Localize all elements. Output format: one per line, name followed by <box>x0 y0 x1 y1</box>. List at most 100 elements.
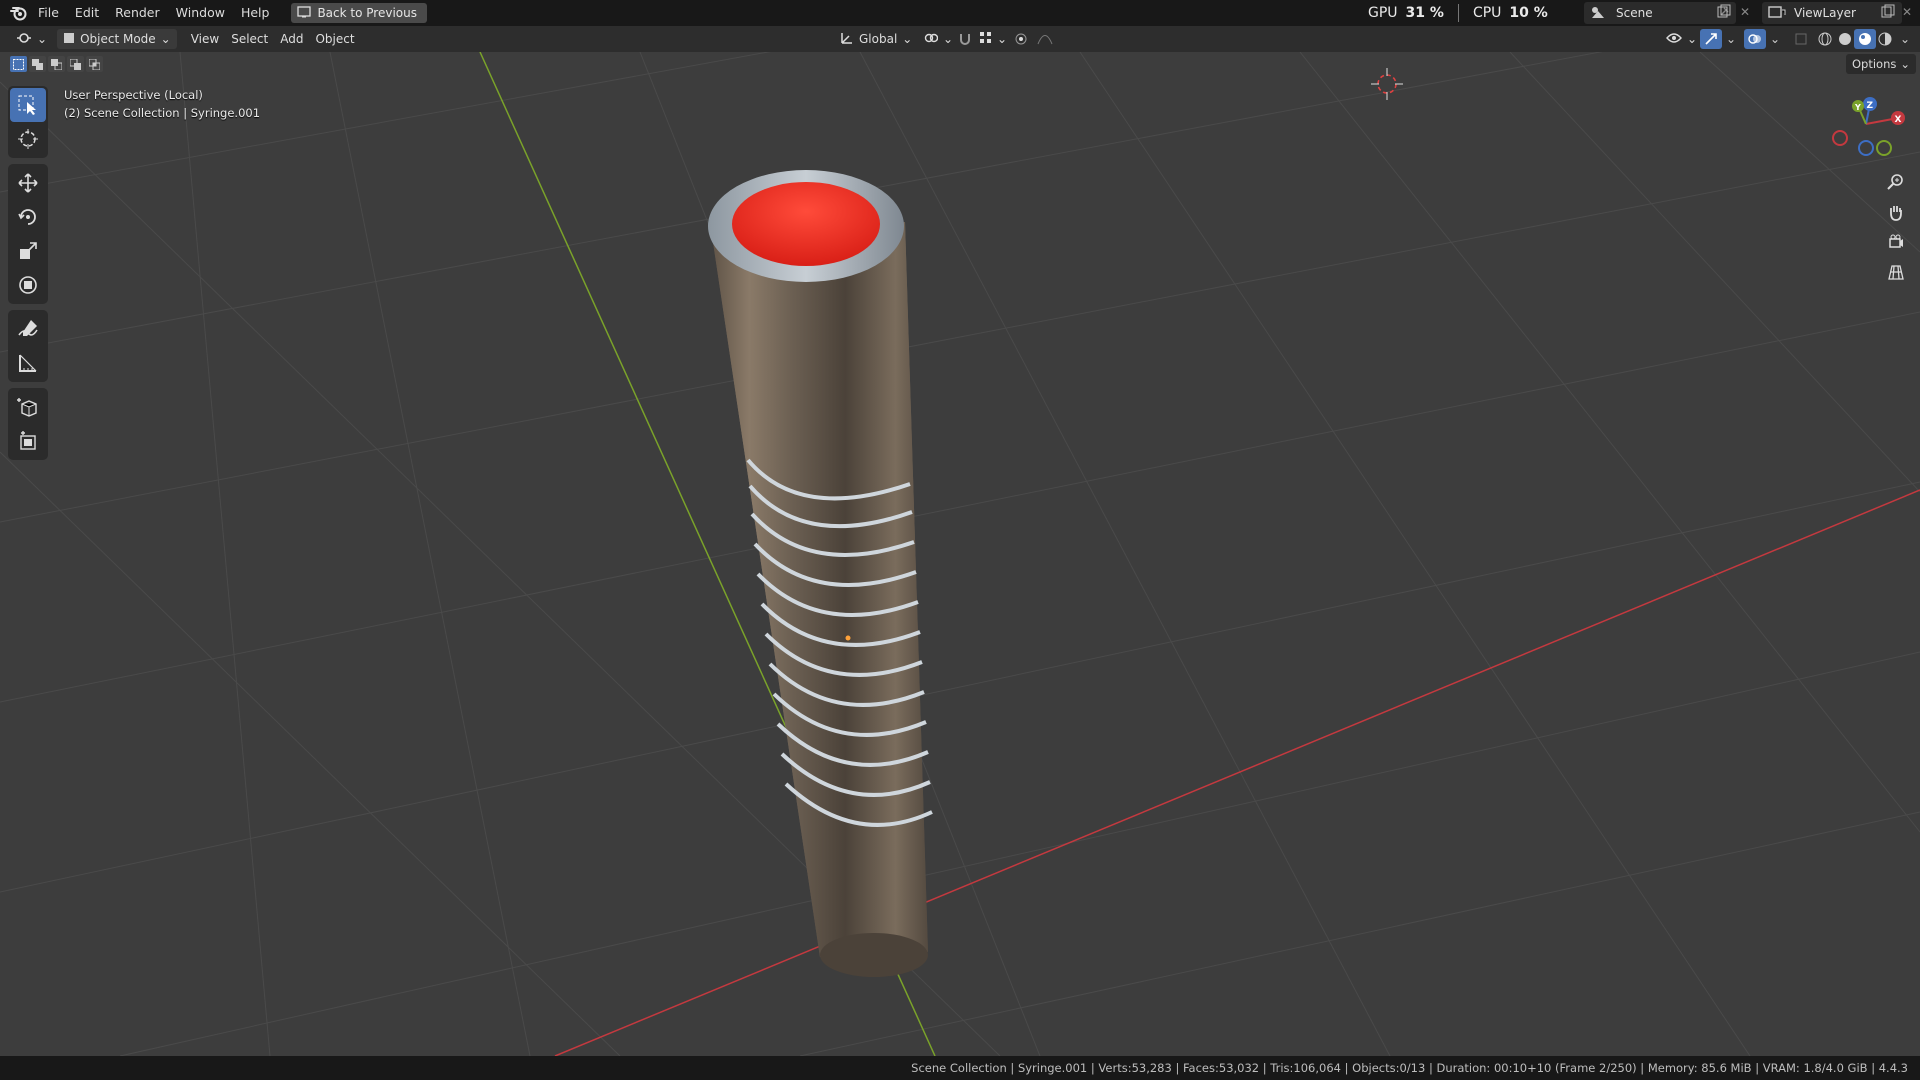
measure-tool[interactable] <box>10 346 46 380</box>
object-origin <box>845 635 851 641</box>
gpu-value: 31 % <box>1405 5 1444 21</box>
snap-target-dropdown[interactable]: ⌄ <box>974 29 1013 49</box>
eye-icon <box>1666 32 1682 47</box>
options-dropdown[interactable]: Options ⌄ <box>1846 54 1916 74</box>
snap-grid-icon <box>980 31 992 47</box>
cpu-label: CPU <box>1472 5 1502 21</box>
annotate-icon <box>18 320 38 336</box>
collection-label: (2) Scene Collection | Syringe.001 <box>64 106 261 120</box>
solid-shading-icon[interactable] <box>1834 29 1856 49</box>
new-view-layer-icon[interactable] <box>1880 4 1896 23</box>
select-extend-icon[interactable] <box>29 56 46 72</box>
top-menu-bar: File Edit Render Window Help Back to Pre… <box>0 0 1920 26</box>
options-label: Options <box>1851 57 1897 71</box>
close-scene-icon[interactable]: ✕ <box>1740 5 1750 19</box>
syringe-object[interactable] <box>708 170 933 977</box>
scale-icon <box>20 242 37 259</box>
cpu-value: 10 % <box>1509 5 1548 21</box>
proportional-editing-icon[interactable] <box>1010 29 1032 49</box>
menu-file[interactable]: File <box>30 2 67 24</box>
editor-type-dropdown[interactable]: ⌄ <box>10 29 53 49</box>
orientation-icon <box>840 31 854 48</box>
select-subtract-icon[interactable] <box>48 56 65 72</box>
3d-viewport[interactable]: X Z Y <box>0 52 1920 1056</box>
scene-icon <box>1590 5 1608 22</box>
gpu-label: GPU <box>1368 5 1398 21</box>
close-view-layer-icon[interactable]: ✕ <box>1902 5 1912 19</box>
gizmo-toggle-icon[interactable] <box>1700 29 1722 49</box>
header-menu-view[interactable]: View <box>185 29 225 49</box>
rotate-tool[interactable] <box>10 200 46 234</box>
wireframe-shading-icon[interactable] <box>1814 29 1836 49</box>
3d-cursor[interactable] <box>1371 68 1403 100</box>
chevron-down-icon: ⌄ <box>943 32 954 46</box>
pivot-point-dropdown[interactable]: ⌄ <box>918 29 959 49</box>
material-preview-shading-icon[interactable] <box>1854 29 1876 49</box>
viewport-grid: X Z Y <box>0 52 1920 1056</box>
header-menu-select[interactable]: Select <box>225 29 274 49</box>
gizmo-dropdown-icon[interactable]: ⌄ <box>1720 29 1742 49</box>
measure-icon <box>19 354 37 372</box>
gizmo-x-label: X <box>1895 115 1902 125</box>
overlays-dropdown-icon[interactable]: ⌄ <box>1764 29 1786 49</box>
rotate-icon <box>18 209 36 225</box>
chevron-down-icon: ⌄ <box>1900 57 1910 71</box>
back-to-previous-label: Back to Previous <box>317 6 417 20</box>
select-new-icon[interactable] <box>10 56 27 72</box>
add-object-tool[interactable] <box>10 424 46 458</box>
divider <box>1457 4 1459 22</box>
perspective-label: User Perspective (Local) <box>64 88 203 102</box>
transform-icon <box>19 276 37 294</box>
pan-hand-icon[interactable] <box>1882 200 1910 224</box>
viewport-navigation <box>1882 170 1910 284</box>
chevron-down-icon: ⌄ <box>997 32 1008 46</box>
mode-dropdown[interactable]: Object Mode ⌄ <box>57 29 177 49</box>
add-cube-tool[interactable] <box>10 390 46 424</box>
perspective-toggle-icon[interactable] <box>1882 260 1910 284</box>
annotate-tool[interactable] <box>10 312 46 346</box>
select-box-icon <box>18 95 36 115</box>
menu-window[interactable]: Window <box>168 2 233 24</box>
chevron-down-icon: ⌄ <box>1687 32 1698 46</box>
zoom-icon[interactable] <box>1882 170 1910 194</box>
move-icon <box>18 173 38 193</box>
overlays-toggle-icon[interactable] <box>1744 29 1766 49</box>
gizmo-y-label: Y <box>1854 103 1861 112</box>
transform-orientation-dropdown[interactable]: Global ⌄ <box>834 29 918 49</box>
menu-render[interactable]: Render <box>107 2 168 24</box>
scene-statistics: Scene Collection | Syringe.001 | Verts:5… <box>911 1061 1908 1075</box>
navigation-gizmo[interactable]: X Z Y <box>1832 97 1905 156</box>
view-layer-icon <box>1768 5 1786 22</box>
viewport-editor-icon <box>16 31 32 48</box>
transform-tool[interactable] <box>10 268 46 302</box>
blender-logo-icon[interactable] <box>8 2 30 24</box>
scale-tool[interactable] <box>10 234 46 268</box>
rendered-shading-icon[interactable] <box>1874 29 1896 49</box>
header-menu-add[interactable]: Add <box>274 29 309 49</box>
selection-mode-buttons <box>10 56 103 72</box>
header-menu-object[interactable]: Object <box>309 29 360 49</box>
select-invert-icon[interactable] <box>67 56 84 72</box>
xray-toggle-icon[interactable] <box>1790 29 1812 49</box>
menu-help[interactable]: Help <box>233 2 278 24</box>
pivot-icon <box>924 31 939 48</box>
new-scene-icon[interactable] <box>1716 4 1732 23</box>
move-tool[interactable] <box>10 166 46 200</box>
scene-selector[interactable]: Scene <box>1584 2 1736 24</box>
falloff-curve-icon[interactable] <box>1034 29 1056 49</box>
viewport-info-overlay: User Perspective (Local) (2) Scene Colle… <box>64 86 260 122</box>
mode-label: Object Mode <box>80 32 156 46</box>
cursor-tool[interactable] <box>10 122 46 156</box>
status-bar: Scene Collection | Syringe.001 | Verts:5… <box>0 1056 1920 1080</box>
chevron-down-icon: ⌄ <box>160 32 171 46</box>
back-to-previous-button[interactable]: Back to Previous <box>291 3 427 23</box>
menu-edit[interactable]: Edit <box>67 2 107 24</box>
shading-dropdown-icon[interactable]: ⌄ <box>1894 29 1916 49</box>
camera-view-icon[interactable] <box>1882 230 1910 254</box>
select-box-tool[interactable] <box>10 88 46 122</box>
snap-toggle-icon[interactable] <box>954 29 976 49</box>
object-mode-icon <box>63 32 75 47</box>
visibility-dropdown[interactable]: ⌄ <box>1660 29 1703 49</box>
add-object-icon <box>20 431 36 450</box>
select-intersect-icon[interactable] <box>86 56 103 72</box>
